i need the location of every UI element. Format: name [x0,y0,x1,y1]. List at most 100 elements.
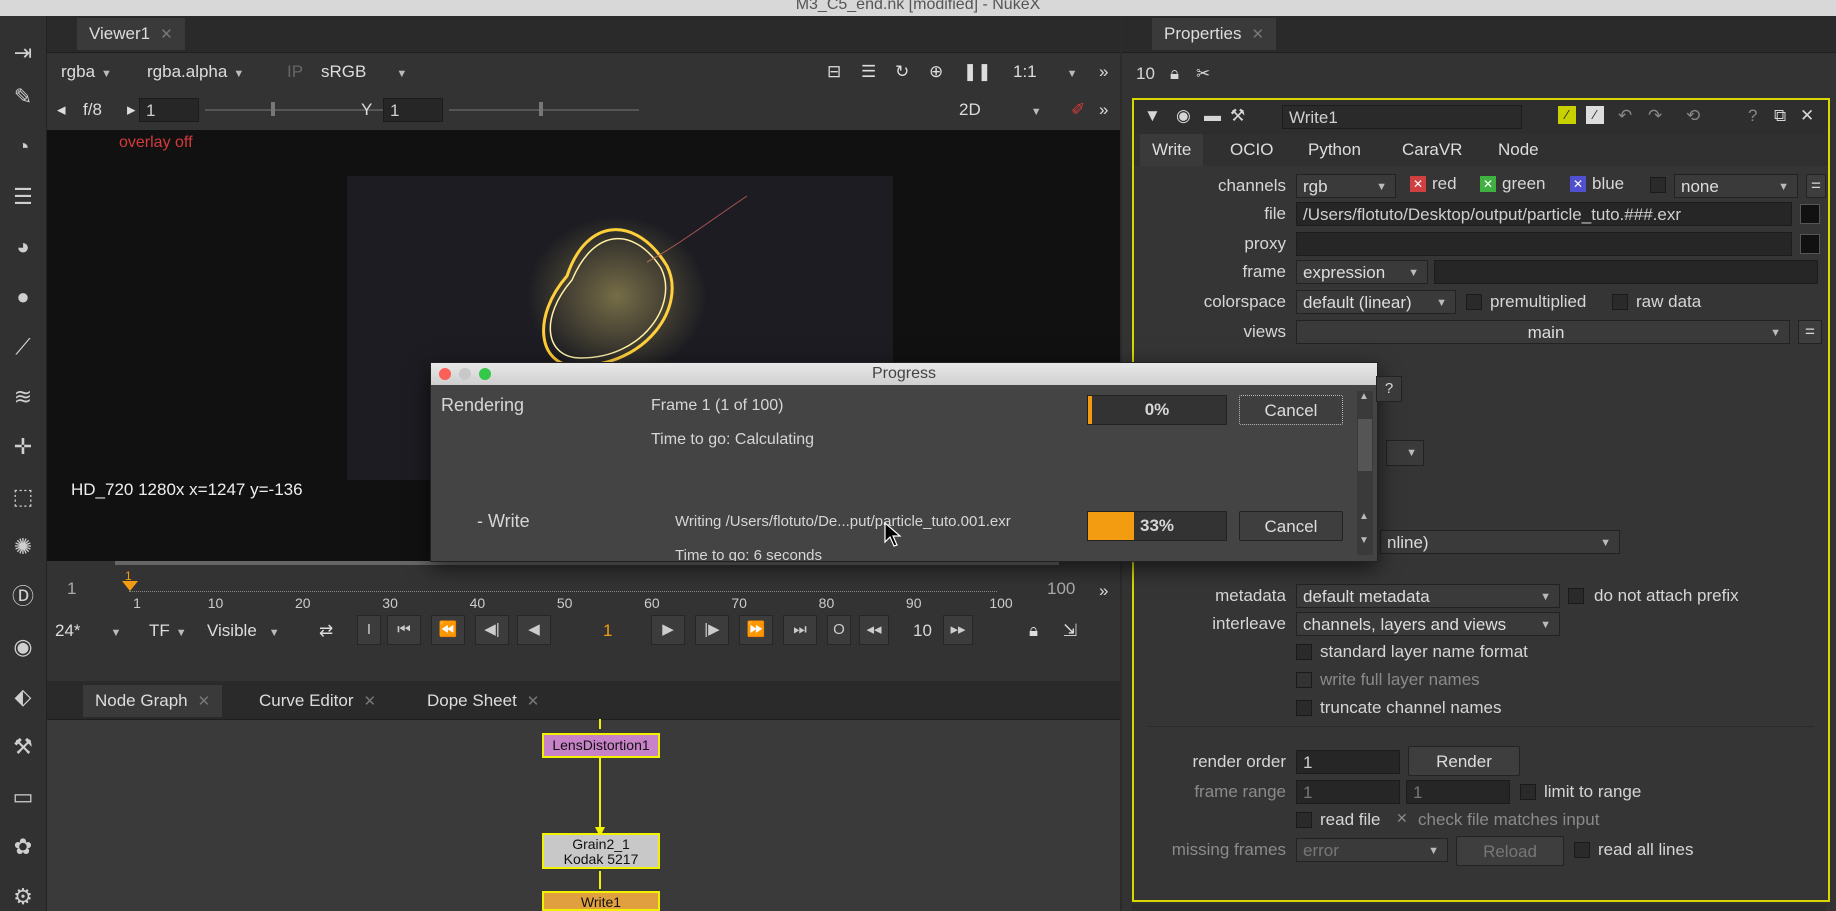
help-icon[interactable]: ? [1748,106,1757,126]
reload-button[interactable]: Reload [1456,836,1564,866]
write-node[interactable]: Write1 [542,891,660,911]
prev-frame-icon[interactable]: ◂ [57,98,66,122]
settings-icon[interactable]: ⚙ [10,884,36,910]
node-name-field[interactable]: Write1 [1282,105,1522,129]
lut-icon[interactable]: ☰ [861,60,876,84]
next-frame-button[interactable]: |▶ [695,615,729,645]
scroll-up-icon[interactable]: ▲ [1359,391,1369,402]
premultiplied-checkbox[interactable] [1466,294,1482,310]
visible-dropdown[interactable]: Visible ▼ [207,619,280,643]
subtab-caravr[interactable]: CaraVR [1390,134,1474,166]
collapse-icon[interactable]: ▼ [1144,106,1161,126]
next-frame-icon[interactable]: ▸ [127,98,136,122]
close-icon[interactable]: ✕ [1251,26,1264,43]
flipbook-icon[interactable]: ⇲ [1063,619,1077,643]
render-button[interactable]: Render [1408,746,1520,776]
help-icon[interactable]: ? [1376,376,1402,402]
tab-viewer1[interactable]: Viewer1 ✕ [77,18,185,50]
close-icon[interactable]: ✕ [160,26,173,43]
first-frame-button[interactable]: ⏮ [387,615,421,645]
film-icon[interactable]: ▬ [1204,106,1221,126]
zoom-window-icon[interactable] [479,368,491,380]
folder-icon[interactable] [1800,234,1820,254]
gamma-slider-handle[interactable] [539,102,543,116]
channels-extra-dropdown[interactable]: none ▼ [1674,174,1798,198]
subtab-write[interactable]: Write [1140,134,1204,166]
transform-icon[interactable]: ✛ [10,434,36,460]
frame-range-end-field[interactable]: 1 [1406,780,1510,804]
proxy-field[interactable] [1296,232,1792,256]
missing-frames-dropdown[interactable]: error ▼ [1296,838,1448,862]
revert-icon[interactable]: ⟲ [1686,106,1700,126]
deep-icon[interactable]: Ⓓ [10,584,36,610]
input-process-icon[interactable]: IP [287,60,303,84]
green-checkbox[interactable]: ✕ [1480,176,1496,192]
folder-icon[interactable] [1800,204,1820,224]
float-icon[interactable]: ⧉ [1774,106,1786,126]
viewer-channels-dropdown[interactable]: rgba ▼ [61,60,112,84]
expand-icon[interactable]: » [1099,60,1108,84]
in-point-button[interactable]: I [357,615,381,645]
prev-frame-button[interactable]: ◀| [475,615,509,645]
interleave-dropdown[interactable]: channels, layers and views ▼ [1296,612,1560,636]
lock-icon[interactable]: 🔒︎ [1029,619,1038,643]
play-forward-button[interactable]: ▶ [651,615,685,645]
close-window-icon[interactable] [439,368,451,380]
redo-icon[interactable]: ↷ [1648,106,1662,126]
caravr-icon[interactable]: ✿ [10,834,36,860]
step-back-button[interactable]: ◂◂ [859,615,889,645]
playhead[interactable] [122,581,138,591]
check-file-matches-input-checkbox[interactable]: ✕ [1396,810,1408,827]
tab-node-graph[interactable]: Node Graph ✕ [83,685,223,717]
gain-slider-handle[interactable] [271,102,275,116]
close-icon[interactable]: ✕ [1800,106,1814,126]
scroll-down-icon[interactable]: ▼ [1359,535,1369,546]
viewer-alpha-dropdown[interactable]: rgba.alpha ▼ [147,60,244,84]
subtab-python[interactable]: Python [1296,134,1373,166]
read-file-checkbox[interactable] [1296,812,1312,828]
out-point-button[interactable]: O [827,615,851,645]
views-dropdown[interactable]: main ▼ [1296,320,1790,344]
red-checkbox[interactable]: ✕ [1410,176,1426,192]
toggle-icon[interactable]: ◉ [1176,106,1191,126]
color-icon[interactable]: ● [10,284,36,310]
step-forward-button[interactable]: ▸▸ [943,615,973,645]
layers-icon[interactable]: ☰ [10,184,36,210]
max-panels-field[interactable]: 10 [1136,64,1155,84]
raw-data-checkbox[interactable] [1612,294,1628,310]
keyer-icon[interactable]: ≋ [10,384,36,410]
grain-node[interactable]: Grain2_1 Kodak 5217 [542,833,660,869]
gamma-slider[interactable] [449,109,639,111]
collapse-toolbar-icon[interactable]: ⇥ [10,40,36,66]
next-keyframe-button[interactable]: ⏩ [739,615,773,645]
alpha-checkbox[interactable] [1650,177,1666,193]
furnace-icon[interactable]: ▭ [10,784,36,810]
3d-icon[interactable]: ⬚ [10,484,36,510]
lens-distortion-node[interactable]: LensDistortion1 [542,733,660,758]
expand-icon[interactable]: » [1099,579,1108,603]
cancel-write-button[interactable]: Cancel [1239,511,1343,541]
truncate-channel-names-checkbox[interactable] [1296,700,1312,716]
tab-properties[interactable]: Properties ✕ [1152,18,1277,50]
close-icon[interactable]: ✕ [527,693,540,710]
file-field[interactable]: /Users/flotuto/Desktop/output/particle_t… [1296,202,1792,226]
views-icon[interactable]: ◉ [10,634,36,660]
fps-dropdown[interactable]: 24* ▼ [55,619,121,643]
tab-dope-sheet[interactable]: Dope Sheet ✕ [415,685,551,717]
write-full-layer-names-checkbox[interactable] [1296,672,1312,688]
node-color-icon[interactable]: ⁄ [1558,106,1576,124]
minimize-window-icon[interactable] [459,368,471,380]
last-frame-button[interactable]: ⏭ [783,615,817,645]
lock-icon[interactable]: 🔒︎ [1170,64,1179,84]
close-icon[interactable]: ✕ [363,693,376,710]
particles-icon[interactable]: ✺ [10,534,36,560]
render-order-field[interactable]: 1 [1296,750,1400,774]
do-not-attach-prefix-checkbox[interactable] [1568,588,1584,604]
roi-icon[interactable]: ⊟ [827,60,841,84]
metadata-dropdown[interactable]: default metadata ▼ [1296,584,1560,608]
link-icon[interactable]: = [1806,174,1826,198]
scroll-up-icon[interactable]: ▲ [1359,511,1369,522]
read-all-lines-checkbox[interactable] [1574,842,1590,858]
loop-icon[interactable]: ⇄ [319,619,333,643]
zoom-dropdown[interactable]: 1:1 ▼ [1013,60,1078,84]
